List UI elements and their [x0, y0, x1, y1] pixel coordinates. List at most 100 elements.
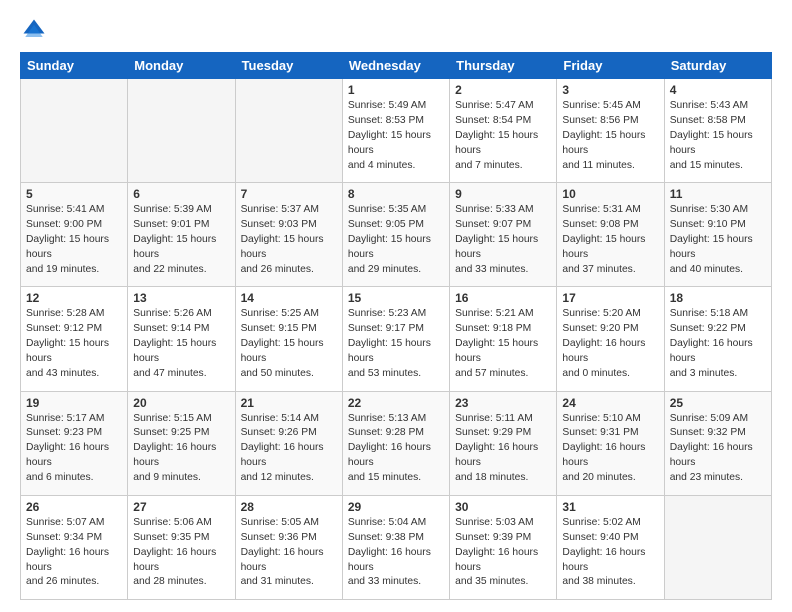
sunrise-label: Sunrise: 5:39 AM — [133, 204, 211, 215]
sunrise-label: Sunrise: 5:15 AM — [133, 413, 211, 424]
day-info: Sunrise: 5:02 AMSunset: 9:40 PMDaylight:… — [562, 516, 658, 591]
daylight-hours-label: Daylight: 16 hours hours — [133, 547, 216, 573]
daylight-hours-label: Daylight: 15 hours hours — [670, 234, 753, 260]
week-row: 1 Sunrise: 5:49 AMSunset: 8:53 PMDayligh… — [21, 79, 772, 183]
weekday-header-sunday: Sunday — [21, 53, 128, 79]
daylight-hours-label: Daylight: 15 hours hours — [455, 234, 538, 260]
calendar-cell: 7 Sunrise: 5:37 AMSunset: 9:03 PMDayligh… — [235, 183, 342, 287]
day-info: Sunrise: 5:43 AMSunset: 8:58 PMDaylight:… — [670, 99, 766, 174]
day-info: Sunrise: 5:06 AMSunset: 9:35 PMDaylight:… — [133, 516, 229, 591]
week-row: 26 Sunrise: 5:07 AMSunset: 9:34 PMDaylig… — [21, 495, 772, 599]
sunrise-label: Sunrise: 5:13 AM — [348, 413, 426, 424]
daylight-hours-label: Daylight: 15 hours hours — [562, 234, 645, 260]
daylight-minutes-label: and 22 minutes. — [133, 264, 206, 275]
day-info: Sunrise: 5:23 AMSunset: 9:17 PMDaylight:… — [348, 307, 444, 382]
daylight-minutes-label: and 11 minutes. — [562, 160, 635, 171]
daylight-hours-label: Daylight: 15 hours hours — [562, 130, 645, 156]
day-number: 13 — [133, 291, 229, 305]
weekday-header-tuesday: Tuesday — [235, 53, 342, 79]
sunrise-label: Sunrise: 5:05 AM — [241, 517, 319, 528]
calendar-cell: 27 Sunrise: 5:06 AMSunset: 9:35 PMDaylig… — [128, 495, 235, 599]
calendar-cell: 11 Sunrise: 5:30 AM Sunset: 9:10 PM Daylig… — [664, 183, 771, 287]
daylight-hours-label: Daylight: 16 hours hours — [670, 338, 753, 364]
calendar-cell: 22 Sunrise: 5:13 AMSunset: 9:28 PMDaylig… — [342, 391, 449, 495]
daylight-hours-label: Daylight: 15 hours hours — [348, 130, 431, 156]
sunrise-label: Sunrise: 5:30 AM — [670, 204, 748, 215]
day-number: 14 — [241, 291, 337, 305]
day-number: 31 — [562, 500, 658, 514]
calendar-cell: 30 Sunrise: 5:03 AMSunset: 9:39 PMDaylig… — [450, 495, 557, 599]
sunset-label: Sunset: 9:40 PM — [562, 532, 638, 543]
sunset-label: Sunset: 8:54 PM — [455, 115, 531, 126]
daylight-minutes-label: and 31 minutes. — [241, 576, 314, 587]
sunrise-label: Sunrise: 5:43 AM — [670, 100, 748, 111]
daylight-hours-label: Daylight: 16 hours hours — [670, 442, 753, 468]
sunset-label: Sunset: 9:03 PM — [241, 219, 317, 230]
calendar-cell: 1 Sunrise: 5:49 AMSunset: 8:53 PMDayligh… — [342, 79, 449, 183]
sunrise-label: Sunrise: 5:21 AM — [455, 308, 533, 319]
sunset-label: Sunset: 9:36 PM — [241, 532, 317, 543]
day-number: 28 — [241, 500, 337, 514]
day-number: 23 — [455, 396, 551, 410]
day-number: 11 — [670, 187, 766, 201]
daylight-minutes-label: and 57 minutes. — [455, 368, 528, 379]
calendar-cell: 26 Sunrise: 5:07 AMSunset: 9:34 PMDaylig… — [21, 495, 128, 599]
sunrise-label: Sunrise: 5:49 AM — [348, 100, 426, 111]
daylight-hours-label: Daylight: 15 hours hours — [670, 130, 753, 156]
daylight-hours-label: Daylight: 15 hours hours — [348, 338, 431, 364]
daylight-minutes-label: and 19 minutes. — [26, 264, 99, 275]
weekday-header-row: SundayMondayTuesdayWednesdayThursdayFrid… — [21, 53, 772, 79]
day-number: 16 — [455, 291, 551, 305]
calendar-cell: 5 Sunrise: 5:41 AMSunset: 9:00 PMDayligh… — [21, 183, 128, 287]
day-info: Sunrise: 5:09 AMSunset: 9:32 PMDaylight:… — [670, 412, 766, 487]
day-info: Sunrise: 5:04 AMSunset: 9:38 PMDaylight:… — [348, 516, 444, 591]
day-number: 2 — [455, 83, 551, 97]
daylight-minutes-label: and 4 minutes. — [348, 160, 416, 171]
calendar-cell: 12 Sunrise: 5:28 AMSunset: 9:12 PMDaylig… — [21, 287, 128, 391]
daylight-hours-label: Daylight: 16 hours hours — [241, 442, 324, 468]
daylight-hours-label: Daylight: 15 hours hours — [455, 130, 538, 156]
calendar-cell: 9 Sunrise: 5:33 AMSunset: 9:07 PMDayligh… — [450, 183, 557, 287]
daylight-hours-label: Daylight: 15 hours hours — [348, 234, 431, 260]
daylight-hours-label: Daylight: 16 hours hours — [455, 547, 538, 573]
calendar-cell: 29 Sunrise: 5:04 AMSunset: 9:38 PMDaylig… — [342, 495, 449, 599]
daylight-minutes-label: and 26 minutes. — [241, 264, 314, 275]
sunrise-label: Sunrise: 5:33 AM — [455, 204, 533, 215]
sunset-label: Sunset: 9:10 PM — [670, 219, 746, 230]
day-info: Sunrise: 5:13 AM Sunset: 9:28 PM Daylight:… — [348, 412, 444, 487]
daylight-minutes-label: and 6 minutes. — [26, 472, 94, 483]
sunrise-label: Sunrise: 5:03 AM — [455, 517, 533, 528]
day-info: Sunrise: 5:14 AMSunset: 9:26 PMDaylight:… — [241, 412, 337, 487]
sunset-label: Sunset: 9:14 PM — [133, 323, 209, 334]
calendar-cell: 28 Sunrise: 5:05 AMSunset: 9:36 PMDaylig… — [235, 495, 342, 599]
sunrise-label: Sunrise: 5:26 AM — [133, 308, 211, 319]
day-number: 8 — [348, 187, 444, 201]
daylight-hours-label: Daylight: 16 hours hours — [455, 442, 538, 468]
sunrise-label: Sunrise: 5:10 AM — [562, 413, 640, 424]
sunrise-label: Sunrise: 5:09 AM — [670, 413, 748, 424]
day-number: 3 — [562, 83, 658, 97]
daylight-hours-label: Daylight: 16 hours hours — [348, 442, 431, 468]
day-info: Sunrise: 5:39 AMSunset: 9:01 PMDaylight:… — [133, 203, 229, 278]
sunrise-label: Sunrise: 5:47 AM — [455, 100, 533, 111]
sunset-label: Sunset: 9:07 PM — [455, 219, 531, 230]
daylight-hours-label: Daylight: 15 hours hours — [241, 234, 324, 260]
sunrise-label: Sunrise: 5:37 AM — [241, 204, 319, 215]
daylight-minutes-label: and 18 minutes. — [455, 472, 528, 483]
daylight-hours-label: Daylight: 16 hours hours — [133, 442, 216, 468]
weekday-header-thursday: Thursday — [450, 53, 557, 79]
daylight-minutes-label: and 15 minutes. — [670, 160, 743, 171]
sunrise-label: Sunrise: 5:35 AM — [348, 204, 426, 215]
calendar-cell: 13 Sunrise: 5:26 AMSunset: 9:14 PMDaylig… — [128, 287, 235, 391]
daylight-minutes-label: and 28 minutes. — [133, 576, 206, 587]
sunset-label: Sunset: 9:15 PM — [241, 323, 317, 334]
day-info: Sunrise: 5:21 AMSunset: 9:18 PMDaylight:… — [455, 307, 551, 382]
sunset-label: Sunset: 9:26 PM — [241, 427, 317, 438]
calendar-cell — [235, 79, 342, 183]
sunset-label: Sunset: 9:05 PM — [348, 219, 424, 230]
sunset-label: Sunset: 9:39 PM — [455, 532, 531, 543]
day-info: Sunrise: 5:17 AMSunset: 9:23 PMDaylight:… — [26, 412, 122, 487]
sunrise-label: Sunrise: 5:11 AM — [455, 413, 533, 424]
sunset-label: Sunset: 9:28 PM — [348, 427, 424, 438]
day-info: Sunrise: 5:05 AMSunset: 9:36 PMDaylight:… — [241, 516, 337, 591]
